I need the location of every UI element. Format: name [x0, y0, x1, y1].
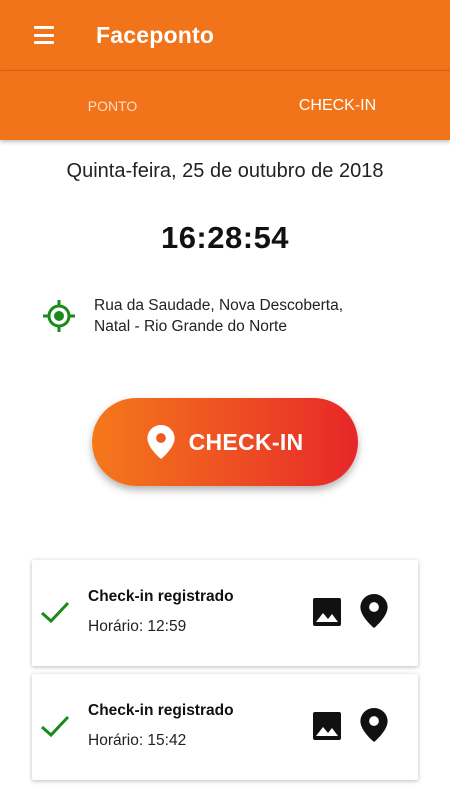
- record-time: Horário: 15:42: [88, 732, 187, 749]
- tab-ponto[interactable]: PONTO: [0, 71, 225, 140]
- check-icon: [41, 601, 70, 624]
- location-pin-icon: [146, 425, 175, 459]
- current-date: Quinta-feira, 25 de outubro de 2018: [66, 160, 384, 182]
- address-line-1: Rua da Saudade, Nova Descoberta,: [94, 297, 344, 314]
- record-title: Check-in registrado: [88, 588, 234, 605]
- record-title: Check-in registrado: [88, 702, 234, 719]
- check-in-button[interactable]: CHECK-IN: [92, 398, 358, 486]
- image-icon[interactable]: [312, 597, 342, 627]
- check-icon: [41, 715, 70, 738]
- record-time: Horário: 12:59: [88, 618, 187, 635]
- current-time: 16:28:54: [160, 220, 290, 255]
- checkin-record-card: Check-in registrado Horário: 15:42: [32, 674, 418, 780]
- tab-bar: PONTO CHECK-IN: [0, 70, 450, 140]
- address-text: Rua da Saudade, Nova Descoberta, Natal -…: [94, 295, 343, 337]
- hamburger-menu-icon[interactable]: [34, 26, 58, 44]
- location-info: Rua da Saudade, Nova Descoberta, Natal -…: [42, 295, 422, 337]
- check-in-button-label: CHECK-IN: [188, 428, 304, 455]
- location-pin-icon[interactable]: [360, 708, 388, 742]
- address-line-2: Natal - Rio Grande do Norte: [94, 318, 287, 335]
- location-pin-icon[interactable]: [360, 594, 388, 628]
- image-icon[interactable]: [312, 711, 342, 741]
- checkin-record-card: Check-in registrado Horário: 12:59: [32, 560, 418, 666]
- gps-target-icon: [43, 300, 75, 332]
- app-title: Faceponto: [96, 21, 215, 48]
- tab-check-in[interactable]: CHECK-IN: [225, 71, 450, 140]
- app-bar: Faceponto: [0, 0, 450, 70]
